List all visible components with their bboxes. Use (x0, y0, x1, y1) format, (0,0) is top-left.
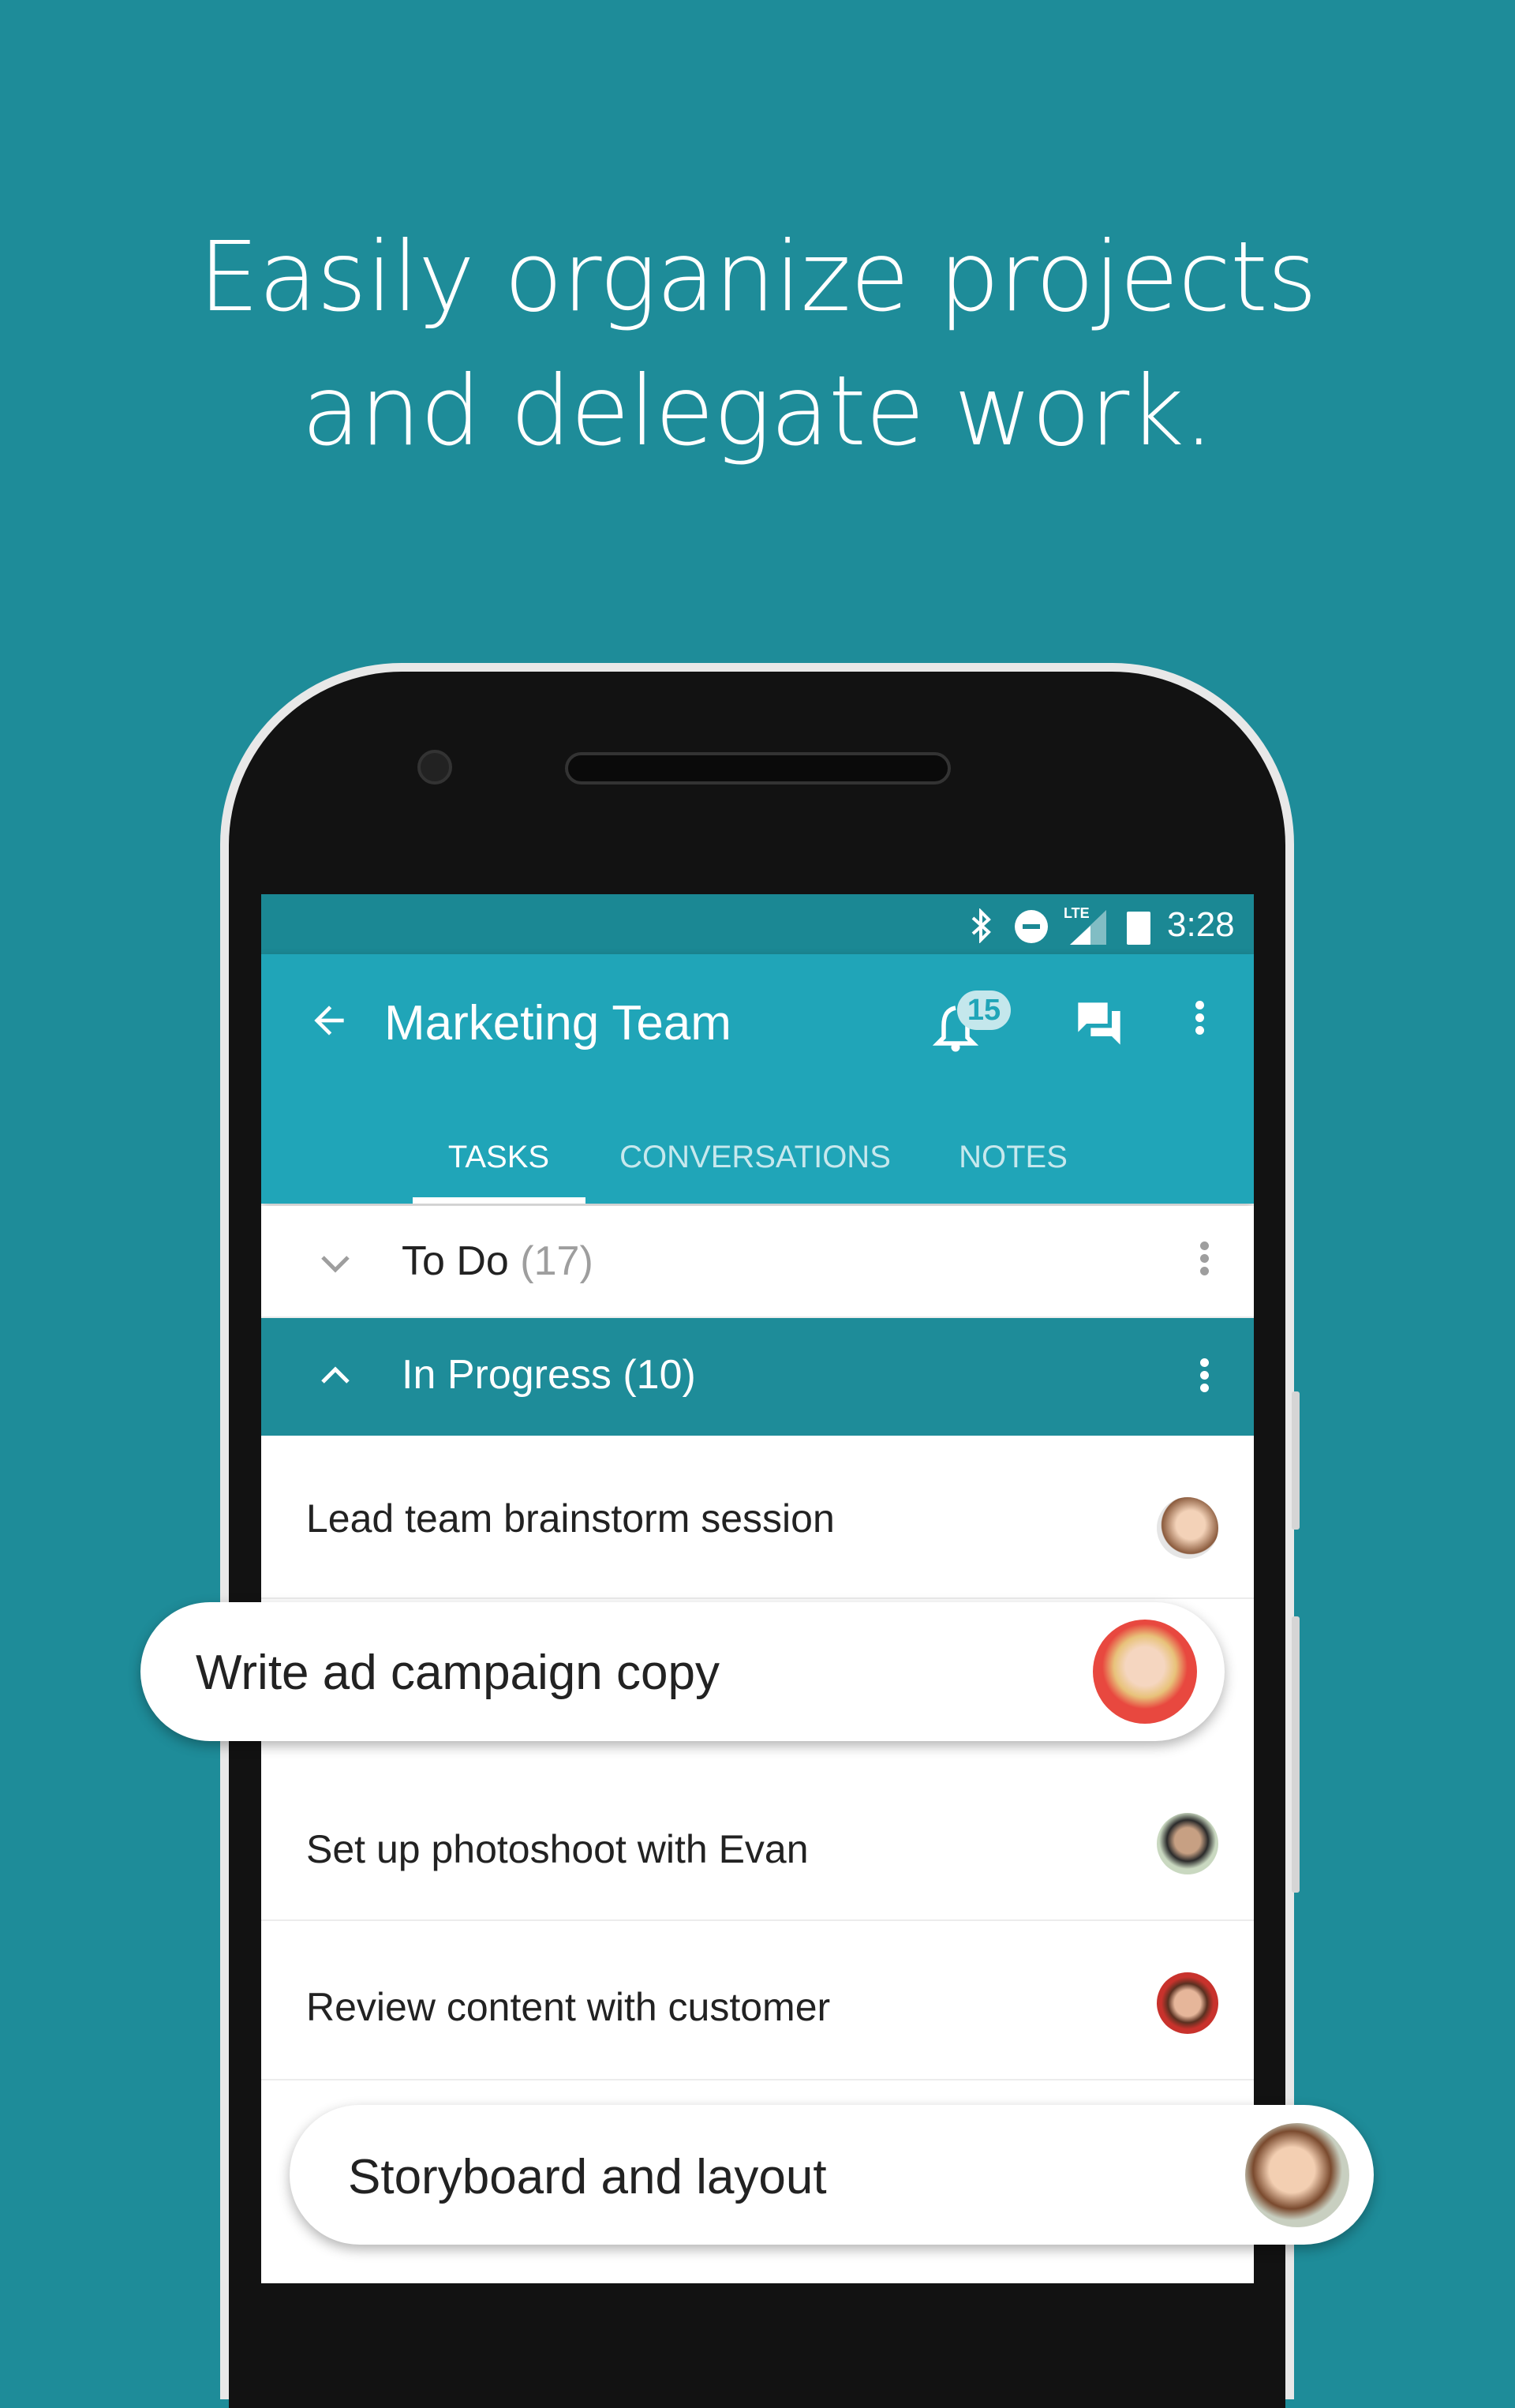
section-todo[interactable]: To Do (17) (261, 1206, 1254, 1318)
headline-line2: and delegate work. (301, 355, 1214, 467)
notifications-button[interactable]: 15 (932, 986, 1019, 1057)
do-not-disturb-icon (1015, 910, 1048, 943)
back-arrow-icon[interactable] (307, 998, 351, 1043)
phone-volume-button (1292, 1616, 1300, 1893)
camera-icon (417, 750, 452, 785)
conversations-icon[interactable] (1074, 998, 1124, 1049)
status-bar: LTE 3:28 (261, 894, 1254, 954)
active-tab-indicator (413, 1197, 585, 1204)
section-title: To Do (402, 1238, 509, 1284)
section-in-progress[interactable]: In Progress (10) (261, 1318, 1254, 1436)
app-toolbar: Marketing Team 15 TASKS CONVERSATIONS NO… (261, 954, 1254, 1204)
headline-line1: Easily organize projects (198, 221, 1318, 333)
more-options-icon[interactable] (1195, 997, 1205, 1039)
task-row[interactable]: Set up photoshoot with Evan (261, 1762, 1254, 1921)
chevron-up-icon[interactable] (320, 1364, 351, 1388)
chevron-down-icon[interactable] (320, 1252, 351, 1275)
avatar (1245, 2123, 1349, 2227)
app-screen: LTE 3:28 Marketing Team 15 TASKS CONVERS… (261, 894, 1254, 2283)
task-title: Write ad campaign copy (196, 1646, 720, 1700)
task-row[interactable]: Lead team brainstorm session (261, 1436, 1254, 1599)
task-title: Set up photoshoot with Evan (306, 1827, 809, 1871)
floating-task-card[interactable]: Storyboard and layout (290, 2105, 1374, 2245)
tab-notes[interactable]: NOTES (959, 1140, 1068, 1175)
battery-icon (1127, 912, 1150, 945)
page-title: Marketing Team (384, 996, 731, 1050)
section-count: (17) (520, 1238, 593, 1284)
section-count: (10) (623, 1352, 696, 1398)
section-title: In Progress (402, 1352, 612, 1398)
tab-conversations[interactable]: CONVERSATIONS (619, 1140, 891, 1175)
bluetooth-icon (971, 908, 991, 943)
avatar (1093, 1620, 1197, 1724)
phone-side-button (1292, 1391, 1300, 1530)
task-title: Review content with customer (306, 1985, 831, 2029)
avatar (1157, 1972, 1218, 2034)
speaker-grille (565, 752, 951, 785)
task-title: Storyboard and layout (348, 2150, 827, 2204)
section-more-icon[interactable] (1200, 1354, 1210, 1396)
signal-icon (1070, 910, 1106, 945)
tab-tasks[interactable]: TASKS (448, 1140, 549, 1175)
notification-badge: 15 (957, 991, 1011, 1030)
avatar (1157, 1497, 1218, 1559)
task-title: Lead team brainstorm session (306, 1496, 835, 1541)
section-more-icon[interactable] (1200, 1238, 1210, 1279)
task-row[interactable]: Review content with customer (261, 1921, 1254, 2080)
status-time: 3:28 (1167, 905, 1235, 944)
avatar (1157, 1813, 1218, 1874)
floating-task-card[interactable]: Write ad campaign copy (140, 1602, 1225, 1741)
